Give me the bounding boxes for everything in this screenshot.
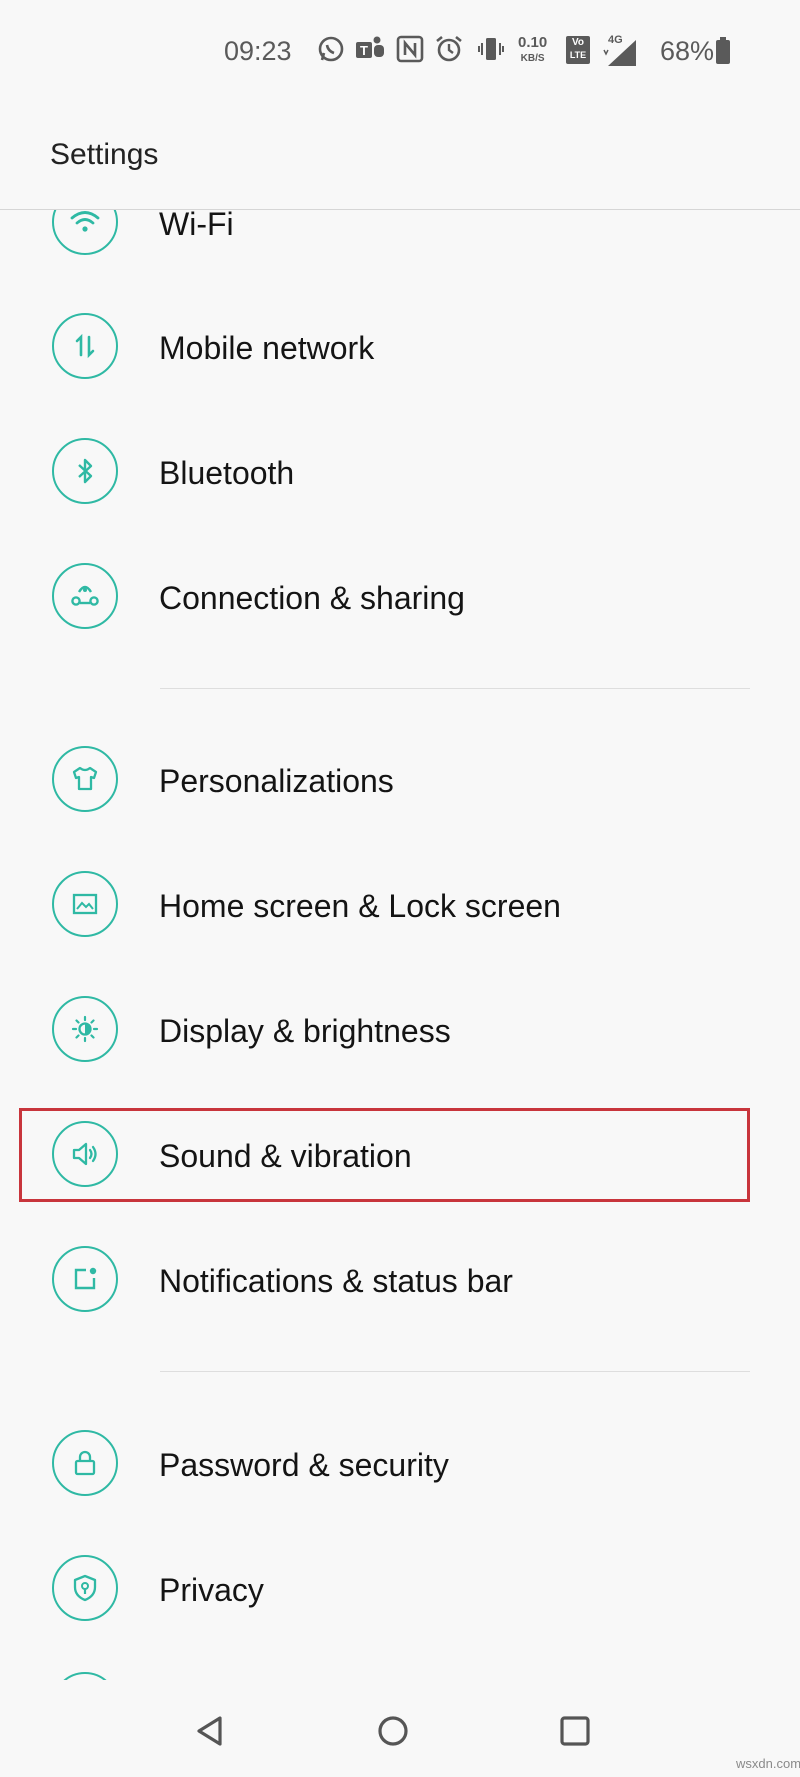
- settings-item-notifications-status-bar[interactable]: Notifications & status bar: [0, 1227, 800, 1337]
- section-divider: [160, 1371, 750, 1372]
- wifi-icon: [52, 210, 118, 255]
- brightness-icon: [52, 996, 118, 1062]
- back-button[interactable]: [186, 1706, 236, 1756]
- page-title: Settings: [50, 138, 159, 171]
- network-speed: 0.10 KB/S: [518, 34, 548, 65]
- notification-icon: [52, 1246, 118, 1312]
- battery-percentage: 68%: [660, 36, 715, 66]
- settings-item-personalizations[interactable]: Personalizations: [0, 727, 800, 837]
- network-speed-value: 0.10: [518, 34, 548, 51]
- home-button[interactable]: [368, 1706, 418, 1756]
- settings-item-display-brightness[interactable]: Display & brightness: [0, 977, 800, 1087]
- header-divider: [0, 209, 800, 210]
- status-time: 09:23: [224, 36, 292, 66]
- home-icon: [378, 1716, 408, 1746]
- signal-icon: [603, 40, 636, 66]
- teams-icon: T: [356, 36, 384, 58]
- section-divider: [160, 688, 750, 689]
- settings-item-bluetooth[interactable]: Bluetooth: [0, 419, 800, 529]
- recents-button[interactable]: [550, 1706, 600, 1756]
- settings-item-wifi[interactable]: Wi-Fi: [0, 206, 800, 280]
- settings-item-password-security[interactable]: Password & security: [0, 1411, 800, 1521]
- recents-icon: [560, 1716, 590, 1746]
- privacy-shield-icon: [52, 1555, 118, 1621]
- settings-item-label: Home screen & Lock screen: [159, 888, 561, 924]
- settings-item-label: Bluetooth: [159, 455, 295, 491]
- list-bottom-edge: [0, 1680, 800, 1692]
- volte-top-label: Vo: [571, 37, 585, 48]
- volte-bottom-label: LTE: [569, 50, 587, 60]
- mobile-data-icon: [52, 313, 118, 379]
- svg-text:T: T: [360, 43, 368, 58]
- back-icon: [197, 1716, 222, 1746]
- volte-icon: Vo LTE: [566, 36, 590, 64]
- settings-item-mobile-network[interactable]: Mobile network: [0, 294, 800, 404]
- settings-item-privacy[interactable]: Privacy: [0, 1536, 800, 1646]
- nfc-icon: [396, 35, 424, 63]
- settings-item-connection-sharing[interactable]: Connection & sharing: [0, 544, 800, 654]
- settings-item-home-lock-screen[interactable]: Home screen & Lock screen: [0, 852, 800, 962]
- share-icon: [52, 563, 118, 629]
- settings-item-label: Privacy: [159, 1572, 264, 1608]
- lock-icon: [52, 1430, 118, 1496]
- whatsapp-icon: [318, 36, 344, 62]
- settings-item-label: Notifications & status bar: [159, 1263, 513, 1299]
- status-bar: 09:23 T 0.10 KB/S Vo LTE 4G 68%: [0, 0, 800, 100]
- settings-item-label: Password & security: [159, 1447, 449, 1483]
- settings-item-label: Connection & sharing: [159, 580, 465, 616]
- highlight-annotation: [19, 1108, 750, 1202]
- vibrate-icon: [478, 38, 504, 60]
- settings-item-label: Personalizations: [159, 763, 394, 799]
- navigation-bar: [0, 1692, 800, 1777]
- bluetooth-icon: [52, 438, 118, 504]
- image-icon: [52, 871, 118, 937]
- battery-icon: [716, 37, 730, 64]
- alarm-icon: [436, 35, 462, 62]
- watermark: wsxdn.com: [736, 1756, 800, 1771]
- settings-item-label: Mobile network: [159, 330, 375, 366]
- settings-item-label: Display & brightness: [159, 1013, 451, 1049]
- network-speed-unit: KB/S: [520, 53, 545, 64]
- settings-item-label: Wi-Fi: [159, 206, 234, 242]
- tshirt-icon: [52, 746, 118, 812]
